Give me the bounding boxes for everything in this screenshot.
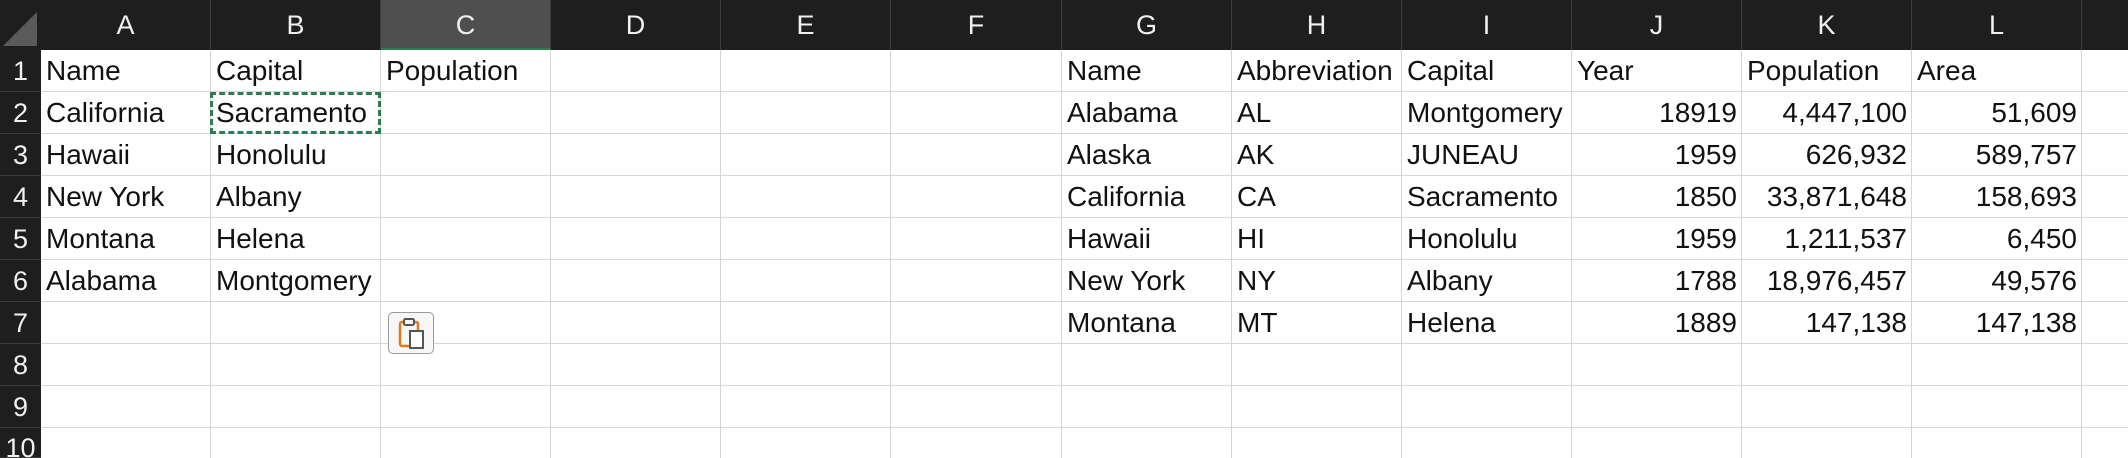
cell-h7[interactable]: MT <box>1232 302 1402 344</box>
cell-g4[interactable]: California <box>1062 176 1232 218</box>
cell-g6[interactable]: New York <box>1062 260 1232 302</box>
cell-k4[interactable]: 33,871,648 <box>1742 176 1912 218</box>
column-header-h[interactable]: H <box>1232 0 1402 50</box>
cell-l1[interactable]: Area <box>1912 50 2082 92</box>
row-header-1[interactable]: 1 <box>0 50 41 92</box>
gridline <box>720 50 721 458</box>
cell-b3[interactable]: Honolulu <box>211 134 381 176</box>
cell-k1[interactable]: Population <box>1742 50 1912 92</box>
cell-c1[interactable]: Population <box>381 50 551 92</box>
gridline <box>550 50 551 458</box>
cell-a3[interactable]: Hawaii <box>41 134 211 176</box>
cell-i3[interactable]: JUNEAU <box>1402 134 1572 176</box>
clipboard-icon <box>398 318 424 349</box>
column-header-b[interactable]: B <box>211 0 381 50</box>
cell-h1[interactable]: Abbreviation <box>1232 50 1402 92</box>
column-header-l[interactable]: L <box>1912 0 2082 50</box>
cell-i6[interactable]: Albany <box>1402 260 1572 302</box>
cell-k2[interactable]: 4,447,100 <box>1742 92 1912 134</box>
cell-j1[interactable]: Year <box>1572 50 1742 92</box>
cell-i2[interactable]: Montgomery <box>1402 92 1572 134</box>
cell-h5[interactable]: HI <box>1232 218 1402 260</box>
cell-j3[interactable]: 1959 <box>1572 134 1742 176</box>
cell-b2[interactable]: Sacramento <box>211 92 381 134</box>
cell-j7[interactable]: 1889 <box>1572 302 1742 344</box>
cell-k3[interactable]: 626,932 <box>1742 134 1912 176</box>
row-header-8[interactable]: 8 <box>0 344 41 386</box>
column-header-i[interactable]: I <box>1402 0 1572 50</box>
row-header-9[interactable]: 9 <box>0 386 41 428</box>
cell-i4[interactable]: Sacramento <box>1402 176 1572 218</box>
cell-a6[interactable]: Alabama <box>41 260 211 302</box>
select-all-button[interactable] <box>0 0 41 50</box>
gridline <box>41 385 2128 386</box>
cell-l5[interactable]: 6,450 <box>1912 218 2082 260</box>
select-all-triangle-icon <box>3 12 37 46</box>
cell-a5[interactable]: Montana <box>41 218 211 260</box>
cell-j5[interactable]: 1959 <box>1572 218 1742 260</box>
cell-b5[interactable]: Helena <box>211 218 381 260</box>
column-header-f[interactable]: F <box>891 0 1062 50</box>
cell-h6[interactable]: NY <box>1232 260 1402 302</box>
column-header-a[interactable]: A <box>41 0 211 50</box>
cell-k5[interactable]: 1,211,537 <box>1742 218 1912 260</box>
cell-k6[interactable]: 18,976,457 <box>1742 260 1912 302</box>
cell-l4[interactable]: 158,693 <box>1912 176 2082 218</box>
column-header-k[interactable]: K <box>1742 0 1912 50</box>
column-header-d[interactable]: D <box>551 0 721 50</box>
row-header-3[interactable]: 3 <box>0 134 41 176</box>
cell-l2[interactable]: 51,609 <box>1912 92 2082 134</box>
column-header-e[interactable]: E <box>721 0 891 50</box>
column-header-j[interactable]: J <box>1572 0 1742 50</box>
gridline <box>41 427 2128 428</box>
cell-l3[interactable]: 589,757 <box>1912 134 2082 176</box>
cell-h3[interactable]: AK <box>1232 134 1402 176</box>
cell-b4[interactable]: Albany <box>211 176 381 218</box>
cell-h2[interactable]: AL <box>1232 92 1402 134</box>
cell-h4[interactable]: CA <box>1232 176 1402 218</box>
row-header-6[interactable]: 6 <box>0 260 41 302</box>
cell-l6[interactable]: 49,576 <box>1912 260 2082 302</box>
cell-g3[interactable]: Alaska <box>1062 134 1232 176</box>
paste-options-button[interactable] <box>388 312 434 354</box>
column-header-g[interactable]: G <box>1062 0 1232 50</box>
cell-i7[interactable]: Helena <box>1402 302 1572 344</box>
cell-b6[interactable]: Montgomery <box>211 260 381 302</box>
row-header-2[interactable]: 2 <box>0 92 41 134</box>
cell-g5[interactable]: Hawaii <box>1062 218 1232 260</box>
column-header-c[interactable]: C <box>381 0 551 50</box>
row-header-10[interactable]: 10 <box>0 428 41 458</box>
cell-a1[interactable]: Name <box>41 50 211 92</box>
cell-k7[interactable]: 147,138 <box>1742 302 1912 344</box>
cell-i5[interactable]: Honolulu <box>1402 218 1572 260</box>
cell-b1[interactable]: Capital <box>211 50 381 92</box>
cell-j2[interactable]: 18919 <box>1572 92 1742 134</box>
cell-j6[interactable]: 1788 <box>1572 260 1742 302</box>
cell-g1[interactable]: Name <box>1062 50 1232 92</box>
cell-a2[interactable]: California <box>41 92 211 134</box>
gridline <box>890 50 891 458</box>
cell-j4[interactable]: 1850 <box>1572 176 1742 218</box>
cell-i1[interactable]: Capital <box>1402 50 1572 92</box>
cell-g2[interactable]: Alabama <box>1062 92 1232 134</box>
cell-g7[interactable]: Montana <box>1062 302 1232 344</box>
row-header-5[interactable]: 5 <box>0 218 41 260</box>
cell-a4[interactable]: New York <box>41 176 211 218</box>
spreadsheet: A B C D E F G H I J K L 1 2 3 4 5 6 7 8 … <box>0 0 2128 458</box>
row-header-7[interactable]: 7 <box>0 302 41 344</box>
cell-l7[interactable]: 147,138 <box>1912 302 2082 344</box>
row-header-4[interactable]: 4 <box>0 176 41 218</box>
